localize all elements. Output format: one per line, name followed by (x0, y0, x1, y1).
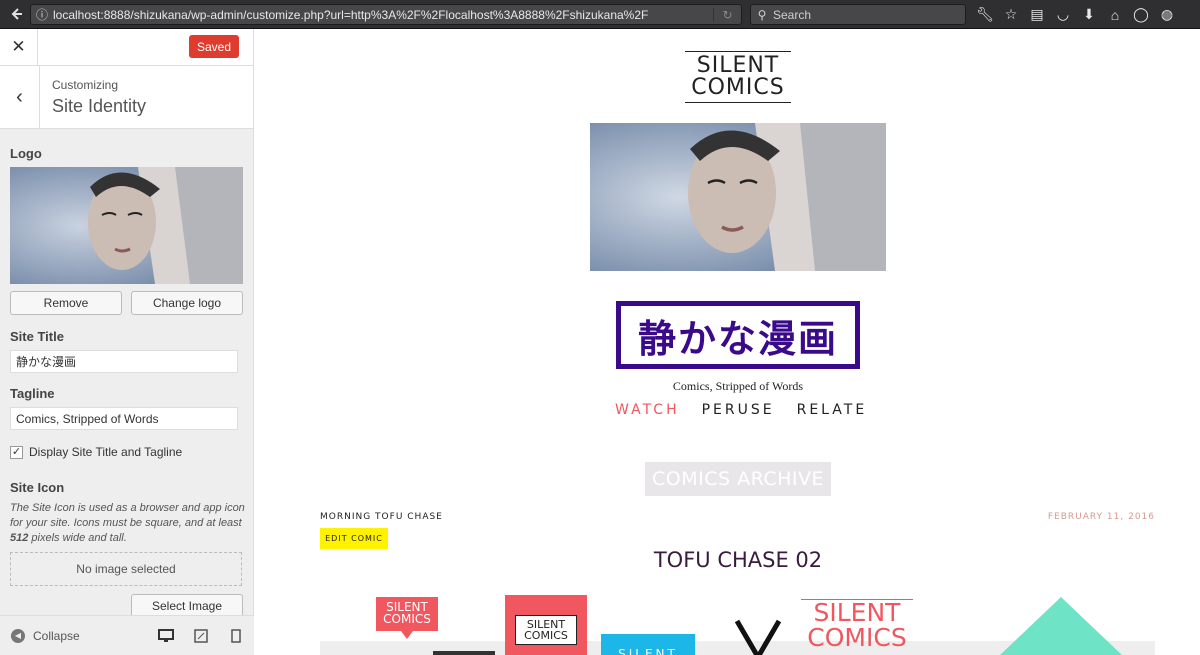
tagline-label: Tagline (10, 386, 55, 401)
menu-item-relate[interactable]: RELATE (797, 402, 868, 418)
browser-search-field[interactable]: ⚲ Search (750, 4, 966, 25)
comic-thumb-bar (433, 651, 495, 655)
browser-toolbar: ⓘ localhost:8888/shizukana/wp-admin/cust… (0, 0, 1200, 29)
comic-thumb-1-line2: COMICS (383, 612, 431, 626)
v-mark-icon (735, 619, 781, 655)
site-icon-desc-text: The Site Icon is used as a browser and a… (10, 502, 245, 529)
home-icon[interactable]: ⌂ (1102, 7, 1128, 23)
mobile-preview-icon[interactable] (226, 626, 246, 646)
comic-thumb-2-line2: COMICS (524, 629, 568, 642)
display-title-label: Display Site Title and Tagline (29, 445, 183, 459)
pocket-icon[interactable]: ◡ (1050, 6, 1076, 23)
speech-tail-icon (401, 631, 413, 639)
url-text: localhost:8888/shizukana/wp-admin/custom… (53, 7, 649, 22)
menu-item-peruse[interactable]: PERUSE (702, 402, 775, 418)
tablet-preview-icon[interactable] (191, 626, 211, 646)
comic-thumb-5[interactable]: SILENT COMICS (801, 599, 913, 655)
post-category[interactable]: MORNING TOFU CHASE (320, 512, 443, 522)
site-icon-description: The Site Icon is used as a browser and a… (10, 501, 245, 546)
site-title-display[interactable]: 静かな漫画 (616, 301, 860, 369)
chevron-left-icon[interactable]: ‹ (0, 66, 40, 128)
download-icon[interactable]: ⬇ (1076, 6, 1102, 23)
post-date[interactable]: FEBRUARY 11, 2016 (1048, 512, 1155, 522)
comic-thumb-2-logo: SILENT COMICS (515, 615, 577, 645)
close-icon[interactable]: ✕ (0, 29, 38, 65)
comic-thumb-5-line1: SILENT (813, 598, 901, 627)
site-logo-line2: COMICS (691, 75, 785, 100)
comic-thumb-2[interactable]: SILENT COMICS (505, 595, 587, 655)
display-title-checkbox[interactable]: ✓ (10, 445, 23, 459)
post-title[interactable]: TOFU CHASE 02 (555, 548, 921, 572)
change-logo-button[interactable]: Change logo (131, 291, 243, 315)
site-icon-desc-text-end: pixels wide and tall. (28, 532, 127, 544)
hero-image (590, 123, 886, 271)
site-title-label: Site Title (10, 329, 64, 344)
section-title: Site Identity (52, 96, 147, 116)
star-icon[interactable]: ☆ (998, 6, 1024, 23)
address-bar[interactable]: ⓘ localhost:8888/shizukana/wp-admin/cust… (30, 4, 742, 25)
breadcrumb: Customizing (52, 78, 119, 92)
triangle-thumb-icon[interactable] (1000, 597, 1122, 655)
collapse-icon[interactable]: ◀ (11, 628, 25, 643)
logo-thumbnail (10, 167, 243, 284)
reload-icon[interactable]: ↻ (713, 7, 741, 22)
wrench-icon[interactable]: 🔧︎ (972, 6, 998, 23)
site-logo-line1: SILENT (696, 53, 780, 78)
comic-thumb-5-line2: COMICS (807, 623, 907, 652)
display-title-tagline-row[interactable]: ✓ Display Site Title and Tagline (10, 445, 182, 459)
desktop-preview-icon[interactable] (156, 626, 176, 646)
customizer-panel: ✕ Saved ‹ Customizing Site Identity Logo… (0, 29, 254, 655)
site-preview: SILENT COMICS 静かな漫画 Comics, Stripped of … (255, 29, 1200, 655)
reading-list-icon[interactable]: ▤ (1024, 6, 1050, 23)
comic-thumb-logo-1[interactable]: SILENT COMICS (376, 597, 438, 631)
saved-button[interactable]: Saved (189, 35, 239, 58)
archive-heading: COMICS ARCHIVE (645, 462, 831, 496)
tagline-input[interactable]: Comics, Stripped of Words (10, 407, 238, 430)
customizer-header: ✕ Saved (0, 29, 253, 66)
site-logo[interactable]: SILENT COMICS (685, 51, 791, 103)
info-icon[interactable]: ⓘ (31, 6, 53, 23)
site-icon-desc-size: 512 (10, 532, 29, 544)
extension-icon[interactable]: ◍ (1154, 6, 1180, 23)
section-header: ‹ Customizing Site Identity (0, 66, 253, 129)
search-icon: ⚲ (757, 7, 767, 22)
edit-comic-button[interactable]: EDIT COMIC (320, 528, 388, 549)
comic-thumb-3[interactable]: SILENT (601, 634, 695, 655)
site-title-input[interactable]: 静かな漫画 (10, 350, 238, 373)
site-icon-label: Site Icon (10, 480, 65, 495)
logo-label: Logo (10, 146, 42, 161)
remove-logo-button[interactable]: Remove (10, 291, 122, 315)
search-placeholder: Search (773, 7, 812, 22)
site-tagline-display: Comics, Stripped of Words (672, 379, 804, 393)
browser-back-button[interactable] (6, 3, 28, 25)
chat-icon[interactable]: ◯ (1128, 6, 1154, 23)
menu-item-watch[interactable]: WATCH (615, 402, 680, 418)
arrow-left-icon (11, 8, 22, 20)
customizer-footer: ◀ Collapse (0, 615, 254, 655)
browser-toolbar-icons: 🔧︎ ☆ ▤ ◡ ⬇ ⌂ ◯ ◍ (972, 4, 1180, 25)
collapse-label[interactable]: Collapse (33, 629, 80, 643)
primary-menu: WATCH PERUSE RELATE (615, 402, 889, 418)
no-image-placeholder[interactable]: No image selected (10, 552, 242, 586)
